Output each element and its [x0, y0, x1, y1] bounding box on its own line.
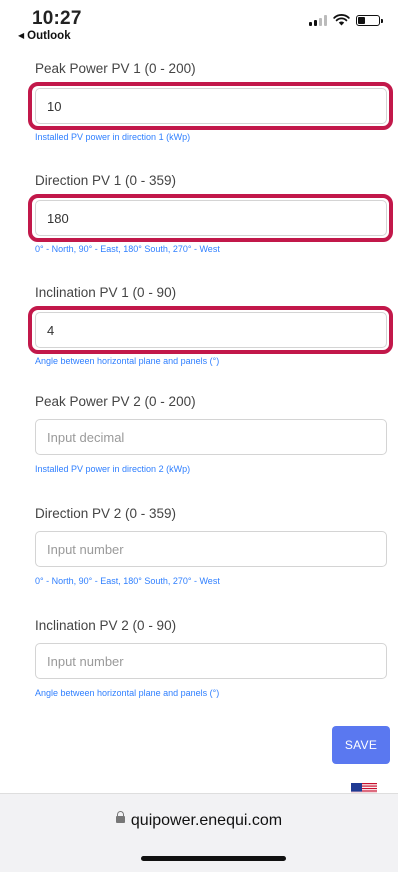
highlight-outline — [28, 82, 393, 130]
highlight-outline — [28, 306, 393, 354]
cellular-signal-icon — [309, 14, 327, 26]
direction-pv2-input[interactable] — [35, 531, 387, 567]
field-label: Peak Power PV 2 (0 - 200) — [35, 394, 196, 409]
field-label: Direction PV 1 (0 - 359) — [35, 173, 176, 188]
home-indicator[interactable] — [141, 856, 286, 861]
field-help-text: Angle between horizontal plane and panel… — [35, 356, 219, 366]
lock-icon — [116, 816, 125, 823]
address-bar[interactable]: quipower.enequi.com — [0, 812, 398, 830]
battery-icon — [356, 15, 380, 26]
highlight-outline — [28, 194, 393, 242]
field-help-text: 0° - North, 90° - East, 180° South, 270°… — [35, 244, 220, 254]
inclination-pv2-input[interactable] — [35, 643, 387, 679]
wifi-icon — [333, 14, 350, 26]
status-bar: 10:27 ◀Outlook — [0, 0, 398, 46]
field-help-text: 0° - North, 90° - East, 180° South, 270°… — [35, 576, 220, 586]
us-flag-icon[interactable] — [351, 783, 377, 793]
field-label: Inclination PV 1 (0 - 90) — [35, 285, 176, 300]
field-label: Direction PV 2 (0 - 359) — [35, 506, 176, 521]
browser-bottom-bar: quipower.enequi.com — [0, 793, 398, 872]
save-button[interactable]: SAVE — [332, 726, 390, 764]
back-to-app-link[interactable]: ◀Outlook — [18, 30, 71, 42]
field-help-text: Installed PV power in direction 1 (kWp) — [35, 132, 190, 142]
status-time: 10:27 — [32, 8, 82, 30]
field-label: Peak Power PV 1 (0 - 200) — [35, 61, 196, 76]
system-indicators — [309, 14, 380, 26]
back-app-label: Outlook — [27, 30, 70, 42]
settings-form: Peak Power PV 1 (0 - 200) Installed PV p… — [0, 46, 398, 793]
peak-power-pv2-input[interactable] — [35, 419, 387, 455]
field-label: Inclination PV 2 (0 - 90) — [35, 618, 176, 633]
field-help-text: Angle between horizontal plane and panel… — [35, 688, 219, 698]
back-arrow-icon: ◀ — [18, 31, 24, 40]
url-text: quipower.enequi.com — [131, 812, 282, 829]
field-help-text: Installed PV power in direction 2 (kWp) — [35, 464, 190, 474]
